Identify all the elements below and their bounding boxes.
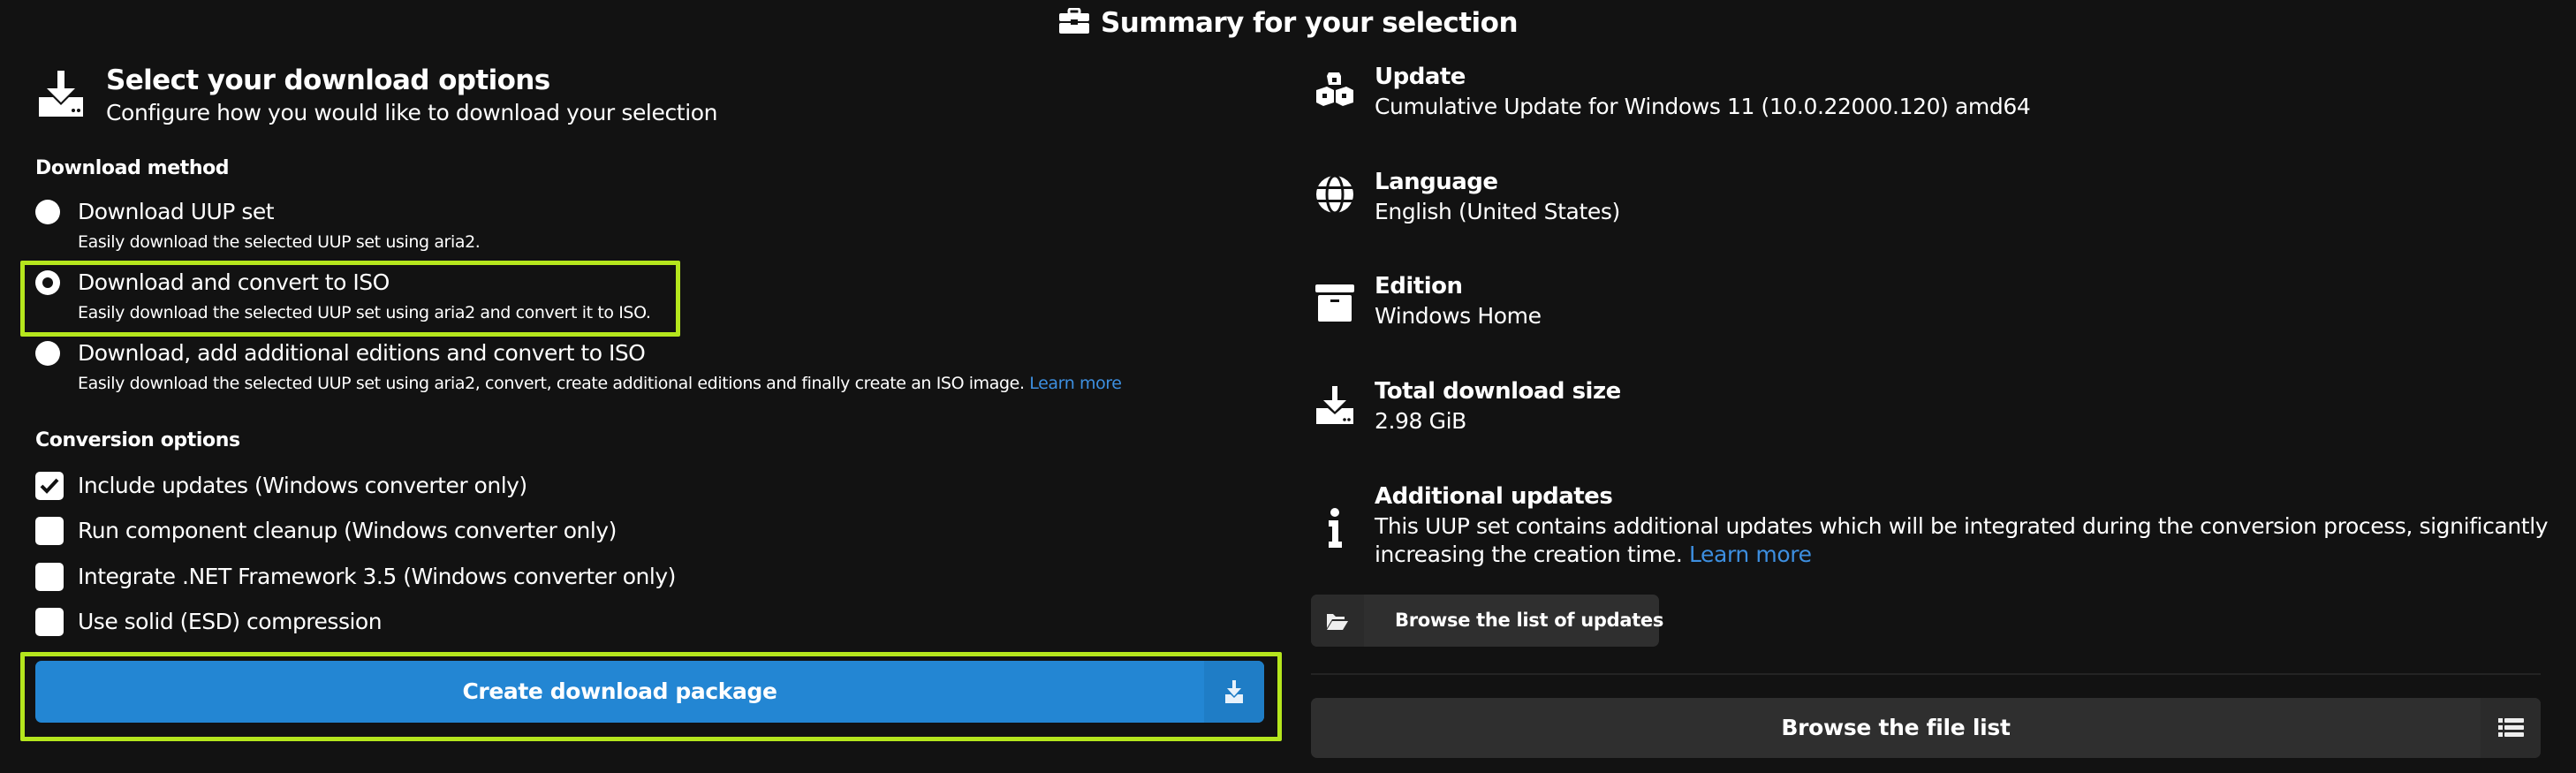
folder-open-icon xyxy=(1311,595,1364,647)
create-download-package-button[interactable]: Create download package xyxy=(35,661,1264,723)
info-icon xyxy=(1315,508,1355,549)
checkbox-cleanup[interactable] xyxy=(35,517,64,545)
create-download-package-label: Create download package xyxy=(462,678,777,704)
checkbox-label: Run component cleanup (Windows converter… xyxy=(78,518,617,543)
divider xyxy=(1311,673,2541,675)
check-icon xyxy=(40,478,59,494)
browse-updates-button[interactable]: Browse the list of updates xyxy=(1311,595,1663,647)
learn-more-link[interactable]: Learn more xyxy=(1689,542,1812,567)
toolbox-icon xyxy=(1058,6,1090,34)
download-icon xyxy=(1315,385,1355,426)
browse-file-list-label: Browse the file list xyxy=(1781,715,2011,740)
checkbox-netfx[interactable] xyxy=(35,563,64,591)
detail-key: Update xyxy=(1375,64,1466,90)
list-icon xyxy=(2481,698,2541,758)
option-label: Download UUP set xyxy=(78,199,275,224)
detail-key: Additional updates xyxy=(1375,483,1613,510)
option-description: Easily download the selected UUP set usi… xyxy=(78,303,651,322)
download-icon xyxy=(1204,661,1264,723)
download-options-subtitle: Configure how you would like to download… xyxy=(106,100,718,125)
learn-more-link[interactable]: Learn more xyxy=(1029,374,1122,393)
detail-value-cont: increasing the creation time. Learn more xyxy=(1375,540,1812,569)
detail-value: Cumulative Update for Windows 11 (10.0.2… xyxy=(1375,94,2031,119)
summary-title: Summary for your selection xyxy=(1100,7,1519,39)
detail-key: Language xyxy=(1375,169,1498,195)
download-method-label: Download method xyxy=(35,157,230,179)
detail-value: Windows Home xyxy=(1375,303,1542,329)
detail-key: Total download size xyxy=(1375,378,1621,405)
checkbox-include-updates[interactable] xyxy=(35,472,64,500)
browse-file-list-button[interactable]: Browse the file list xyxy=(1311,698,2541,758)
browse-updates-label: Browse the list of updates xyxy=(1395,610,1664,631)
globe-icon xyxy=(1315,174,1355,215)
option-description: Easily download the selected UUP set usi… xyxy=(78,232,481,252)
download-icon xyxy=(35,69,87,120)
radio-uup[interactable] xyxy=(35,200,60,224)
checkbox-label: Use solid (ESD) compression xyxy=(78,609,383,634)
detail-value: This UUP set contains additional updates… xyxy=(1375,513,2549,539)
detail-key: Edition xyxy=(1375,273,1463,299)
option-description-text: Easily download the selected UUP set usi… xyxy=(78,374,1025,393)
checkbox-label: Include updates (Windows converter only) xyxy=(78,473,527,498)
checkbox-label: Integrate .NET Framework 3.5 (Windows co… xyxy=(78,564,676,589)
radio-iso[interactable] xyxy=(35,270,60,295)
conversion-options-label: Conversion options xyxy=(35,429,240,451)
detail-value: English (United States) xyxy=(1375,199,1620,224)
radio-editions[interactable] xyxy=(35,341,60,366)
summary-header: Summary for your selection xyxy=(0,4,2576,42)
archive-box-icon xyxy=(1315,284,1355,324)
option-label: Download, add additional editions and co… xyxy=(78,340,646,366)
download-options-title: Select your download options xyxy=(106,64,550,96)
option-description: Easily download the selected UUP set usi… xyxy=(78,372,1122,395)
detail-value: 2.98 GiB xyxy=(1375,408,1466,434)
option-label: Download and convert to ISO xyxy=(78,269,390,295)
detail-value-line2: increasing the creation time. xyxy=(1375,542,1683,567)
checkbox-esd[interactable] xyxy=(35,608,64,636)
cubes-icon xyxy=(1315,71,1355,111)
